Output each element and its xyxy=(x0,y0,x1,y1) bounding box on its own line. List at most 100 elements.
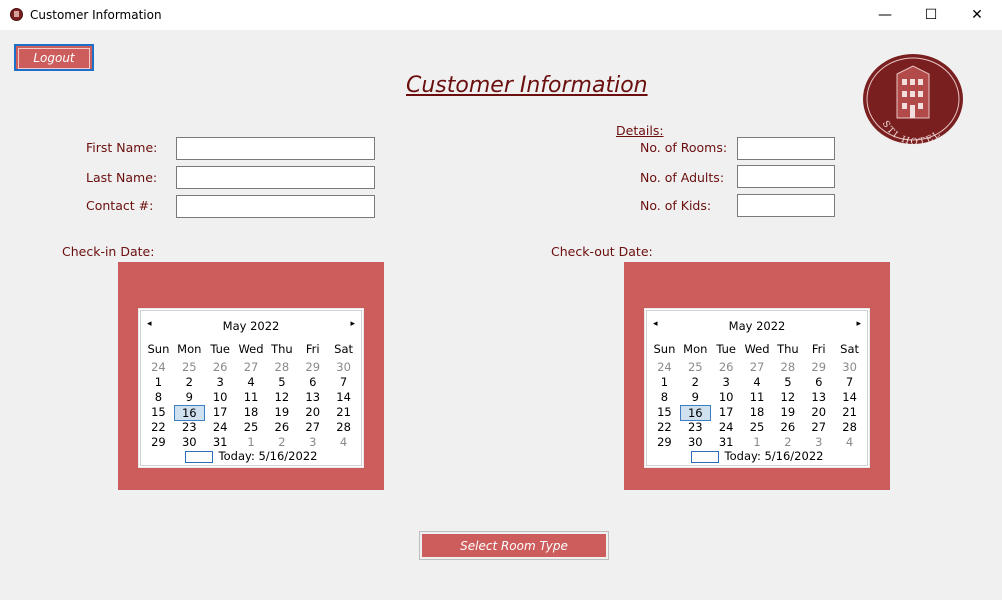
close-button[interactable]: ✕ xyxy=(954,0,1000,30)
selected-day-cell[interactable]: 16 xyxy=(679,405,711,421)
day-cell[interactable]: 20 xyxy=(803,405,834,421)
day-cell[interactable]: 3 xyxy=(297,435,328,449)
day-cell[interactable]: 13 xyxy=(803,390,834,404)
day-cell[interactable]: 7 xyxy=(834,375,865,389)
rooms-input[interactable] xyxy=(737,137,835,160)
maximize-button[interactable]: ☐ xyxy=(908,0,954,30)
day-cell[interactable]: 22 xyxy=(143,420,174,434)
day-cell[interactable]: 5 xyxy=(266,375,297,389)
day-cell[interactable]: 5 xyxy=(772,375,803,389)
day-cell[interactable]: 12 xyxy=(266,390,297,404)
day-cell[interactable]: 1 xyxy=(649,375,680,389)
day-cell[interactable]: 1 xyxy=(143,375,174,389)
day-cell[interactable]: 28 xyxy=(328,420,359,434)
next-month-icon[interactable]: ▸ xyxy=(350,319,355,329)
day-cell[interactable]: 27 xyxy=(236,360,267,374)
day-cell[interactable]: 9 xyxy=(680,390,711,404)
logout-button[interactable]: Logout xyxy=(14,44,94,71)
day-cell[interactable]: 12 xyxy=(772,390,803,404)
day-cell[interactable]: 11 xyxy=(236,390,267,404)
day-cell[interactable]: 4 xyxy=(328,435,359,449)
day-cell[interactable]: 29 xyxy=(297,360,328,374)
day-cell[interactable]: 28 xyxy=(772,360,803,374)
day-cell[interactable]: 17 xyxy=(711,405,742,421)
day-cell[interactable]: 9 xyxy=(174,390,205,404)
day-cell[interactable]: 25 xyxy=(236,420,267,434)
day-cell[interactable]: 31 xyxy=(205,435,236,449)
day-cell[interactable]: 28 xyxy=(266,360,297,374)
day-cell[interactable]: 18 xyxy=(742,405,773,421)
calendar-month-title[interactable]: May 2022 xyxy=(645,319,869,333)
day-cell[interactable]: 24 xyxy=(711,420,742,434)
first-name-input[interactable] xyxy=(176,137,375,160)
day-cell[interactable]: 19 xyxy=(266,405,297,421)
day-cell[interactable]: 21 xyxy=(834,405,865,421)
day-cell[interactable]: 30 xyxy=(174,435,205,449)
day-cell[interactable]: 3 xyxy=(205,375,236,389)
today-link[interactable]: Today: 5/16/2022 xyxy=(139,449,363,463)
day-cell[interactable]: 24 xyxy=(649,360,680,374)
day-cell[interactable]: 30 xyxy=(328,360,359,374)
day-cell[interactable]: 14 xyxy=(834,390,865,404)
day-cell[interactable]: 4 xyxy=(742,375,773,389)
day-cell[interactable]: 24 xyxy=(143,360,174,374)
day-cell[interactable]: 18 xyxy=(236,405,267,421)
day-cell[interactable]: 6 xyxy=(297,375,328,389)
day-cell[interactable]: 25 xyxy=(174,360,205,374)
day-cell[interactable]: 23 xyxy=(680,420,711,434)
day-cell[interactable]: 29 xyxy=(143,435,174,449)
day-cell[interactable]: 11 xyxy=(742,390,773,404)
day-cell[interactable]: 20 xyxy=(297,405,328,421)
day-cell[interactable]: 2 xyxy=(174,375,205,389)
kids-input[interactable] xyxy=(737,194,835,217)
day-cell[interactable]: 26 xyxy=(266,420,297,434)
day-cell[interactable]: 2 xyxy=(266,435,297,449)
day-cell[interactable]: 15 xyxy=(649,405,680,421)
day-cell[interactable]: 8 xyxy=(649,390,680,404)
day-cell[interactable]: 1 xyxy=(742,435,773,449)
day-cell[interactable]: 19 xyxy=(772,405,803,421)
select-room-type-button[interactable]: Select Room Type xyxy=(422,534,606,557)
today-link[interactable]: Today: 5/16/2022 xyxy=(645,449,869,463)
minimize-button[interactable]: — xyxy=(862,0,908,30)
day-cell[interactable]: 3 xyxy=(803,435,834,449)
day-cell[interactable]: 2 xyxy=(772,435,803,449)
day-cell[interactable]: 26 xyxy=(772,420,803,434)
contact-input[interactable] xyxy=(176,195,375,218)
day-cell[interactable]: 17 xyxy=(205,405,236,421)
day-cell[interactable]: 7 xyxy=(328,375,359,389)
checkin-calendar[interactable]: ◂ May 2022 ▸ Sun Mon Tue Wed Thu Fri Sat… xyxy=(138,308,364,468)
day-cell[interactable]: 26 xyxy=(205,360,236,374)
day-cell[interactable]: 3 xyxy=(711,375,742,389)
day-cell[interactable]: 15 xyxy=(143,405,174,421)
day-cell[interactable]: 1 xyxy=(236,435,267,449)
last-name-input[interactable] xyxy=(176,166,375,189)
day-cell[interactable]: 24 xyxy=(205,420,236,434)
day-cell[interactable]: 8 xyxy=(143,390,174,404)
day-cell[interactable]: 21 xyxy=(328,405,359,421)
day-cell[interactable]: 31 xyxy=(711,435,742,449)
day-cell[interactable]: 4 xyxy=(834,435,865,449)
day-cell[interactable]: 13 xyxy=(297,390,328,404)
day-cell[interactable]: 2 xyxy=(680,375,711,389)
day-cell[interactable]: 4 xyxy=(236,375,267,389)
day-cell[interactable]: 22 xyxy=(649,420,680,434)
selected-day-cell[interactable]: 16 xyxy=(173,405,205,421)
checkout-calendar[interactable]: ◂ May 2022 ▸ Sun Mon Tue Wed Thu Fri Sat… xyxy=(644,308,870,468)
day-cell[interactable]: 29 xyxy=(649,435,680,449)
day-cell[interactable]: 29 xyxy=(803,360,834,374)
day-cell[interactable]: 27 xyxy=(803,420,834,434)
day-cell[interactable]: 23 xyxy=(174,420,205,434)
day-cell[interactable]: 10 xyxy=(711,390,742,404)
day-cell[interactable]: 28 xyxy=(834,420,865,434)
calendar-month-title[interactable]: May 2022 xyxy=(139,319,363,333)
day-cell[interactable]: 14 xyxy=(328,390,359,404)
day-cell[interactable]: 26 xyxy=(711,360,742,374)
day-cell[interactable]: 30 xyxy=(834,360,865,374)
day-cell[interactable]: 27 xyxy=(297,420,328,434)
day-cell[interactable]: 30 xyxy=(680,435,711,449)
day-cell[interactable]: 25 xyxy=(742,420,773,434)
next-month-icon[interactable]: ▸ xyxy=(856,319,861,329)
adults-input[interactable] xyxy=(737,165,835,188)
day-cell[interactable]: 6 xyxy=(803,375,834,389)
